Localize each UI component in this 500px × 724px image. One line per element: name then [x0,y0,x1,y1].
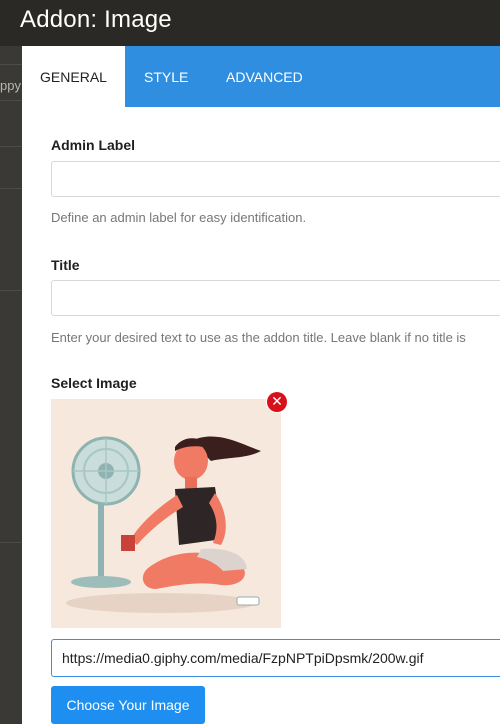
divider [0,64,22,65]
background-page [0,46,22,724]
remove-image-icon[interactable]: ✕ [267,392,287,412]
background-text-fragment: ppy [0,78,21,93]
title-input[interactable] [51,280,500,316]
image-url-input[interactable] [51,639,500,677]
woman-with-fan-illustration [51,399,281,628]
admin-label-help: Define an admin label for easy identific… [51,210,307,225]
window-header: Addon: Image [0,0,500,46]
divider [0,100,22,101]
tab-general[interactable]: GENERAL [22,46,125,107]
select-image-label: Select Image [51,375,137,391]
image-preview [51,399,281,628]
tab-advanced[interactable]: ADVANCED [226,46,303,107]
divider [0,188,22,189]
title-label: Title [51,257,80,273]
addon-modal: GENERAL STYLE ADVANCED Admin Label Defin… [22,46,500,724]
tab-style[interactable]: STYLE [144,46,188,107]
divider [0,542,22,543]
page-title: Addon: Image [20,6,172,33]
title-help: Enter your desired text to use as the ad… [51,330,466,345]
admin-label-input[interactable] [51,161,500,197]
choose-image-button[interactable]: Choose Your Image [51,686,205,724]
divider [0,146,22,147]
divider [0,290,22,291]
admin-label-label: Admin Label [51,137,136,153]
tab-bar: GENERAL STYLE ADVANCED [22,46,500,107]
